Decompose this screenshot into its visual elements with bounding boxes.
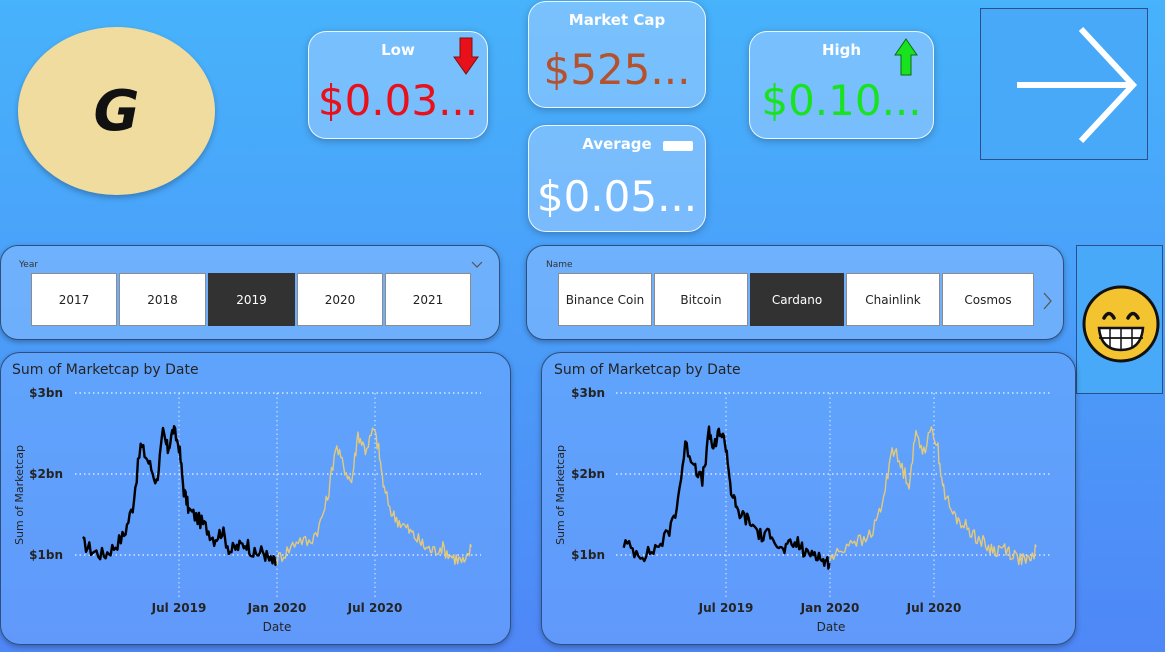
x-tick-label: Jan 2020	[247, 601, 307, 615]
red-down-arrow-icon	[453, 37, 479, 75]
name-slicer-label: Name	[546, 260, 573, 270]
x-axis-label: Date	[817, 620, 846, 634]
series-line-2020	[829, 426, 1037, 566]
y-tick-label: $1bn	[29, 548, 63, 562]
kpi-card-average: Average $0.05...	[528, 125, 706, 232]
y-tick-label: $2bn	[29, 467, 63, 481]
x-tick-label: Jul 2020	[906, 601, 962, 615]
chevron-right-icon[interactable]	[1042, 292, 1052, 310]
x-tick-label: Jul 2020	[347, 601, 403, 615]
x-tick-label: Jul 2019	[698, 601, 754, 615]
year-slicer: Year 2017 2018 2019 2020 2021	[0, 245, 500, 340]
kpi-card-low: Low $0.03...	[308, 31, 488, 139]
kpi-title-market-cap: Market Cap	[568, 11, 666, 29]
chevron-down-icon[interactable]	[471, 261, 483, 269]
kpi-value-low: $0.03...	[317, 76, 479, 125]
year-option-2021[interactable]: 2021	[385, 273, 471, 326]
grinning-face-icon	[1082, 285, 1160, 363]
name-option-cosmos[interactable]: Cosmos	[942, 273, 1034, 326]
marketcap-line-chart-1: $3bn $2bn $1bn Jul 2019 Jan 2020 Jul 2020 Date…	[13, 386, 481, 634]
y-tick-label: $3bn	[29, 386, 63, 400]
name-slicer: Name Binance Coin Bitcoin Cardano Chainl…	[526, 245, 1064, 340]
x-axis-label: Date	[263, 620, 292, 634]
green-up-arrow-icon	[894, 38, 918, 76]
marketcap-chart-card-1: Sum of Marketcap by Date $3bn $2bn $1bn Jul…	[0, 352, 511, 645]
x-tick-label: Jul 2019	[151, 601, 207, 615]
y-axis-label: Sum of Marketcap	[13, 445, 26, 545]
marketcap-line-chart-2: $3bn $2bn $1bn Jul 2019 Jan 2020 Jul 2020 Date…	[554, 386, 1052, 634]
name-option-chainlink[interactable]: Chainlink	[846, 273, 940, 326]
name-option-binance-coin[interactable]: Binance Coin	[558, 273, 652, 326]
year-option-2018[interactable]: 2018	[119, 273, 206, 326]
y-tick-label: $3bn	[571, 386, 605, 400]
year-option-2017[interactable]: 2017	[31, 273, 117, 326]
kpi-value-average: $0.05...	[536, 172, 698, 221]
next-page-button[interactable]	[980, 8, 1148, 160]
year-option-2019[interactable]: 2019	[208, 273, 295, 326]
kpi-value-high: $0.10...	[761, 76, 922, 125]
logo-letter: G	[93, 78, 140, 144]
name-option-bitcoin[interactable]: Bitcoin	[654, 273, 748, 326]
emoji-button[interactable]	[1076, 245, 1163, 394]
x-tick-label: Jan 2020	[800, 601, 860, 615]
logo-circle: G	[18, 27, 215, 195]
y-tick-label: $2bn	[571, 467, 605, 481]
kpi-card-market-cap: Market Cap $525...	[528, 1, 706, 108]
year-slicer-label: Year	[19, 260, 39, 270]
year-option-2020[interactable]: 2020	[297, 273, 383, 326]
series-line-2019	[622, 425, 831, 570]
y-axis-label: Sum of Marketcap	[554, 445, 567, 545]
name-option-cardano[interactable]: Cardano	[750, 273, 844, 326]
marketcap-chart-card-2: Sum of Marketcap by Date $3bn $2bn $1bn Jul…	[541, 352, 1076, 645]
kpi-card-high: High $0.10...	[749, 31, 934, 139]
white-bar-icon	[663, 141, 693, 151]
series-line-2020	[276, 427, 473, 566]
arrow-right-icon	[1017, 26, 1138, 144]
y-tick-label: $1bn	[571, 548, 605, 562]
series-line-2019	[82, 424, 278, 567]
kpi-value-market-cap: $525...	[543, 45, 691, 94]
